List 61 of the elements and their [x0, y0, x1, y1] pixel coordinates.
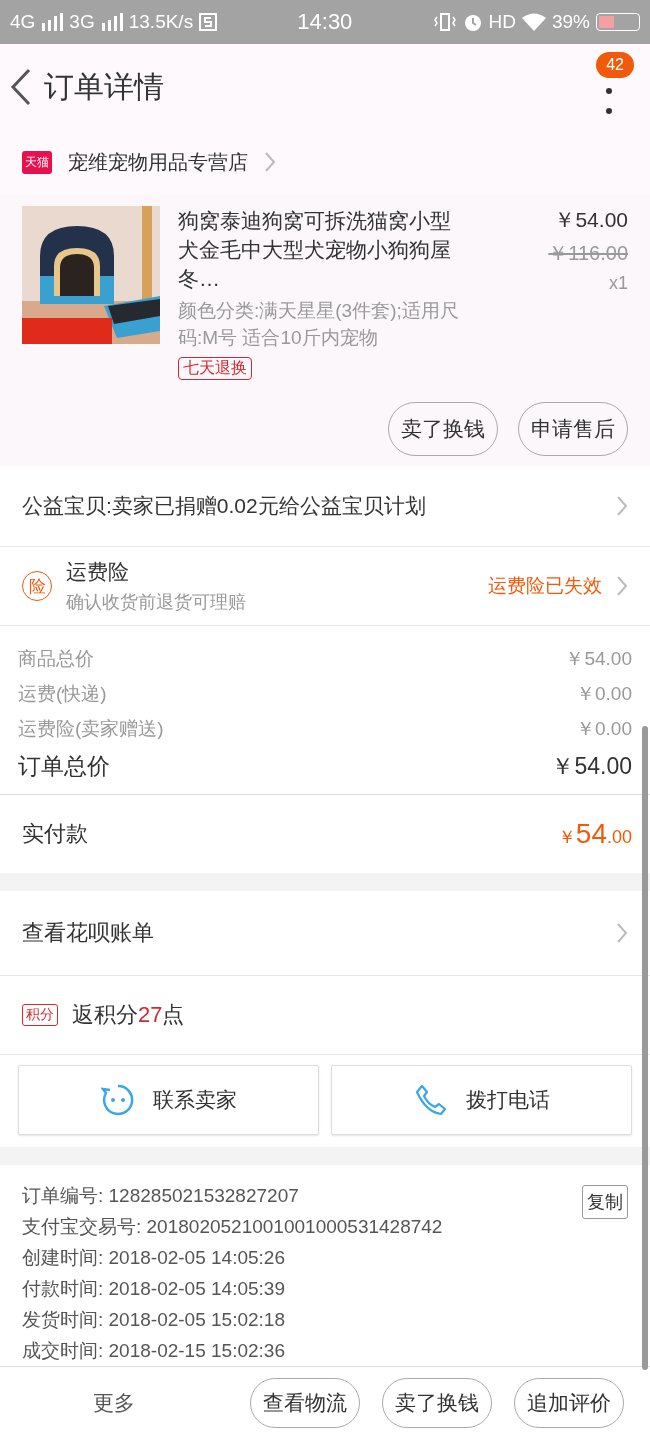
charity-row[interactable]: 公益宝贝:卖家已捐赠0.02元给公益宝贝计划	[0, 466, 650, 547]
cost-label: 运费险(卖家赠送)	[18, 717, 164, 741]
action-button[interactable]: 查看物流	[250, 1378, 360, 1428]
app-notification-icon	[199, 13, 218, 31]
network-label: 4G	[10, 11, 36, 33]
more-link[interactable]: 更多	[0, 1389, 228, 1417]
signal-icon	[41, 13, 64, 31]
cost-label: 订单总价	[18, 752, 110, 781]
order-info-line: 发货时间: 2018-02-05 15:02:18	[22, 1308, 285, 1332]
product-spec: 颜色分类:满天星星(3件套);适用尺码:M号 适合10斤内宠物	[178, 299, 460, 350]
order-info-line: 订单编号: 128285021532827207	[22, 1184, 299, 1208]
contact-button[interactable]: 联系卖家	[18, 1065, 319, 1135]
points-text: 返积分27点	[72, 1001, 185, 1029]
phone-icon	[413, 1083, 448, 1117]
battery-percent: 39%	[551, 11, 590, 33]
action-button[interactable]: 追加评价	[514, 1378, 624, 1428]
network-label: 3G	[69, 11, 95, 33]
paid-amount: ￥54.00	[557, 818, 632, 850]
vibrate-icon	[432, 12, 457, 32]
product-price: ￥54.00	[554, 207, 628, 233]
cost-label: 运费(快递)	[18, 682, 107, 706]
cost-value: ￥0.00	[576, 682, 632, 706]
paid-label: 实付款	[22, 820, 88, 848]
points-badge: 积分	[22, 1004, 58, 1026]
return-policy-tag: 七天退换	[178, 357, 252, 380]
battery-icon	[596, 13, 640, 31]
huabei-text: 查看花呗账单	[22, 919, 155, 947]
action-button[interactable]: 卖了换钱	[382, 1378, 492, 1428]
page-title: 订单详情	[44, 68, 165, 105]
copy-button[interactable]: 复制	[582, 1185, 628, 1219]
cost-value: ￥54.00	[565, 647, 632, 671]
chevron-right-icon	[264, 151, 276, 173]
network-speed: 13.5K/s	[128, 11, 194, 33]
shop-name[interactable]: 宠维宠物用品专营店	[68, 148, 248, 176]
hd-label: HD	[488, 11, 516, 33]
chevron-right-icon	[616, 495, 628, 517]
quantity: x1	[609, 273, 628, 294]
insurance-title: 运费险	[66, 559, 130, 585]
chevron-right-icon	[616, 575, 628, 597]
chevron-right-icon	[616, 922, 628, 944]
alarm-icon	[462, 12, 483, 32]
signal-icon	[100, 13, 123, 31]
back-icon[interactable]	[10, 68, 32, 106]
smiley-chat-icon	[100, 1083, 135, 1117]
cost-label: 商品总价	[18, 647, 94, 671]
contact-button[interactable]: 拨打电话	[331, 1065, 632, 1135]
notification-badge: 42	[596, 52, 634, 78]
clock-time: 14:30	[296, 9, 354, 35]
order-info-line: 成交时间: 2018-02-15 15:02:36	[22, 1339, 285, 1363]
insurance-subtitle: 确认收货前退货可理赔	[66, 591, 247, 614]
cost-value: ￥0.00	[576, 717, 632, 741]
order-info-line: 付款时间: 2018-02-05 14:05:39	[22, 1277, 285, 1301]
wifi-icon	[521, 13, 546, 31]
original-price: ￥116.00	[548, 241, 628, 266]
cost-value: ￥54.00	[551, 752, 632, 781]
order-info-line: 支付宝交易号: 2018020521001001000531428742	[22, 1215, 443, 1239]
product-title[interactable]: 狗窝泰迪狗窝可拆洗猫窝小型犬金毛中大型犬宠物小狗狗屋冬…	[178, 206, 458, 293]
order-info-line: 创建时间: 2018-02-05 14:05:26	[22, 1246, 285, 1270]
more-menu-icon[interactable]	[606, 87, 612, 117]
charity-text: 公益宝贝:卖家已捐赠0.02元给公益宝贝计划	[22, 493, 427, 519]
store-badge: 天猫	[22, 150, 52, 174]
